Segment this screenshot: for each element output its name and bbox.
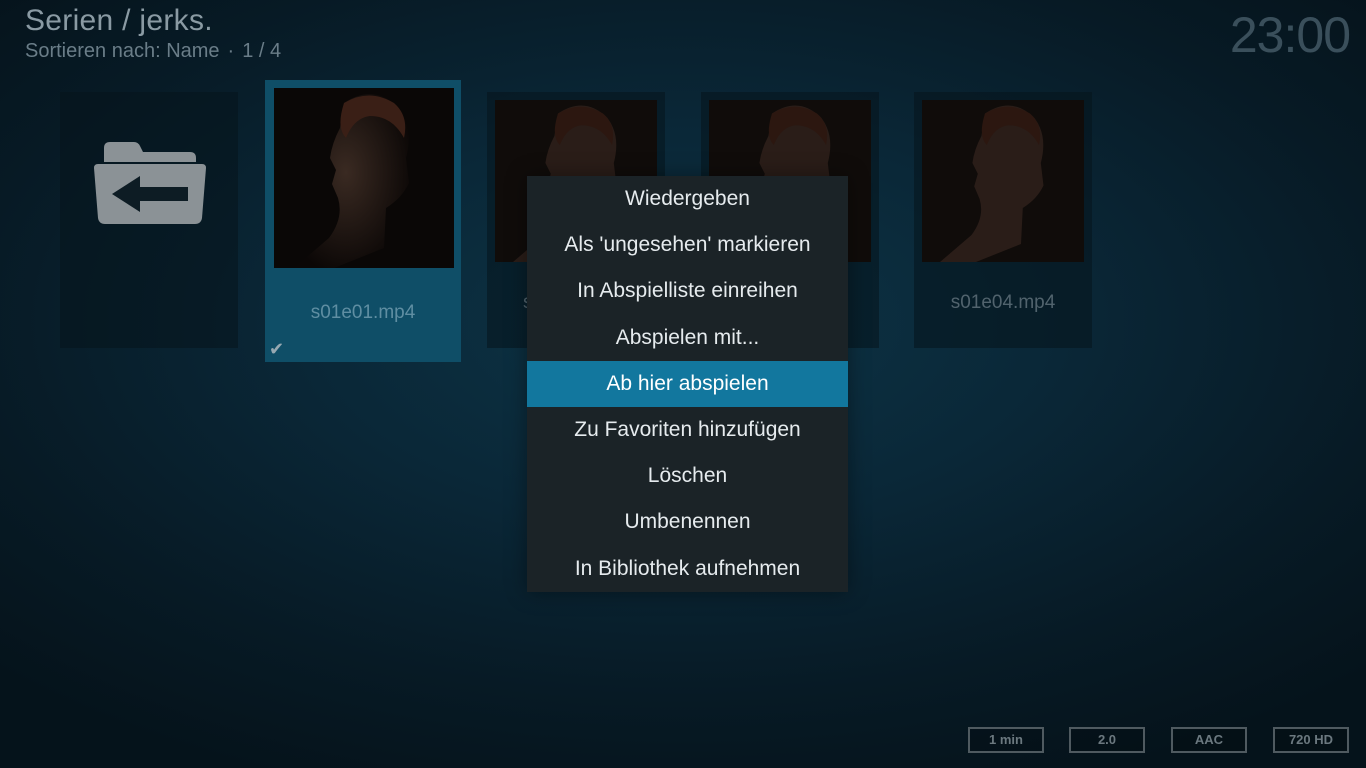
menu-item-rename[interactable]: Umbenennen bbox=[527, 499, 848, 545]
menu-item-add-to-library[interactable]: In Bibliothek aufnehmen bbox=[527, 546, 848, 592]
video-tile-s01e04[interactable]: s01e04.mp4 bbox=[914, 92, 1092, 348]
sort-label[interactable]: Sortieren nach: Name bbox=[25, 40, 220, 62]
menu-item-play-with[interactable]: Abspielen mit... bbox=[527, 315, 848, 361]
clock: 23:00 bbox=[1229, 7, 1351, 63]
parent-folder-tile[interactable] bbox=[60, 92, 238, 348]
menu-item-play-from-here[interactable]: Ab hier abspielen bbox=[527, 360, 848, 407]
breadcrumb-title: Serien / jerks. bbox=[25, 4, 213, 37]
audio-codec-badge: AAC bbox=[1171, 727, 1247, 753]
video-tile-s01e01[interactable]: s01e01.mp4 ✔ bbox=[265, 80, 461, 362]
separator: · bbox=[227, 40, 235, 62]
menu-item-queue[interactable]: In Abspielliste einreihen bbox=[527, 268, 848, 314]
video-thumbnail bbox=[274, 88, 454, 268]
tile-label: s01e04.mp4 bbox=[950, 292, 1056, 313]
page-position: 1 / 4 bbox=[242, 40, 282, 62]
audio-channels-badge: 2.0 bbox=[1069, 727, 1145, 753]
context-menu: Wiedergeben Als 'ungesehen' markieren In… bbox=[527, 176, 848, 592]
menu-item-delete[interactable]: Löschen bbox=[527, 453, 848, 499]
tile-label: s01e01.mp4 bbox=[310, 302, 416, 323]
video-thumbnail bbox=[922, 100, 1084, 262]
menu-item-play[interactable]: Wiedergeben bbox=[527, 176, 848, 222]
duration-badge: 1 min bbox=[968, 727, 1044, 753]
sort-info: Sortieren nach: Name · 1 / 4 bbox=[25, 40, 281, 63]
resolution-badge: 720 HD bbox=[1273, 727, 1349, 753]
folder-back-icon bbox=[94, 140, 206, 231]
menu-item-add-favorites[interactable]: Zu Favoriten hinzufügen bbox=[527, 407, 848, 453]
menu-item-mark-unwatched[interactable]: Als 'ungesehen' markieren bbox=[527, 222, 848, 268]
checkmark-icon: ✔ bbox=[269, 339, 285, 359]
